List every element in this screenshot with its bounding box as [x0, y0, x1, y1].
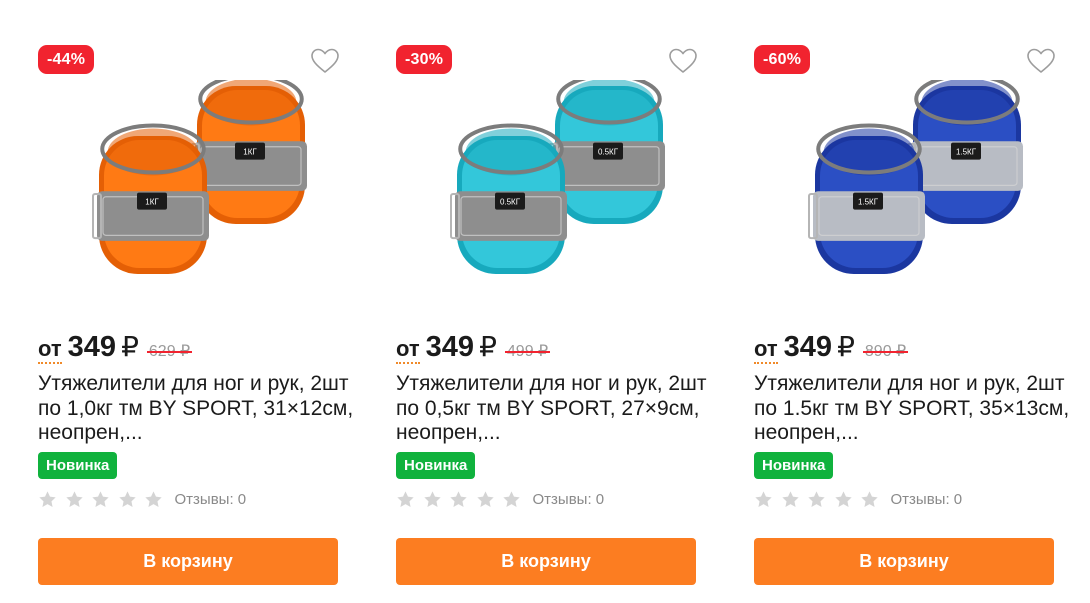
ankle-weights-illustration: 1.5КГ 1.5КГ [808, 80, 1023, 274]
product-title[interactable]: Утяжелители для ног и рук, 2шт по 1.5кг … [754, 372, 1084, 446]
star-icon [423, 490, 442, 509]
current-price: 349 [783, 331, 833, 363]
reviews-link[interactable]: Отзывы: 0 [891, 491, 963, 508]
currency-symbol: ₽ [121, 331, 139, 362]
rating: Отзывы: 0 [38, 488, 246, 510]
star-icon [396, 490, 415, 509]
reviews-link[interactable]: Отзывы: 0 [175, 491, 247, 508]
heart-icon[interactable] [310, 47, 340, 75]
add-to-cart-button[interactable]: В корзину [38, 538, 338, 585]
star-icon [91, 490, 110, 509]
svg-text:0.5КГ: 0.5КГ [500, 198, 521, 207]
star-icon [449, 490, 468, 509]
star-icon [860, 490, 879, 509]
star-icon [781, 490, 800, 509]
currency-symbol: ₽ [837, 331, 855, 362]
star-icon [144, 490, 163, 509]
ankle-weights-illustration: 1КГ 1КГ [92, 80, 307, 274]
reviews-link[interactable]: Отзывы: 0 [533, 491, 605, 508]
discount-badge: -30% [396, 45, 453, 74]
old-price: 499 ₽ [504, 343, 551, 360]
star-icon [65, 490, 84, 509]
star-icon [754, 490, 773, 509]
svg-text:1.5КГ: 1.5КГ [858, 198, 879, 207]
svg-text:1.5КГ: 1.5КГ [956, 148, 977, 157]
new-badge: Новинка [396, 452, 476, 479]
heart-icon[interactable] [1026, 47, 1056, 75]
current-price: 349 [425, 331, 475, 363]
currency-symbol: ₽ [479, 331, 497, 362]
price-row: от 349 ₽ 499 ₽ [396, 330, 551, 370]
product-card[interactable]: -30% 0.5КГ 0.5КГ от 349 ₽ 499 ₽ Утяжелит… [394, 0, 734, 603]
product-image[interactable]: 1.5КГ 1.5КГ [777, 80, 1057, 290]
old-price: 890 ₽ [862, 343, 909, 360]
star-icon [118, 490, 137, 509]
product-title[interactable]: Утяжелители для ног и рук, 2шт по 0,5кг … [396, 372, 726, 446]
new-badge: Новинка [38, 452, 118, 479]
product-image[interactable]: 0.5КГ 0.5КГ [419, 80, 699, 290]
product-grid: -44% 1КГ 1КГ от 349 ₽ 629 ₽ Утяжелители … [0, 0, 1090, 603]
price-prefix[interactable]: от [38, 337, 62, 364]
price-row: от 349 ₽ 629 ₽ [38, 330, 193, 370]
svg-text:1КГ: 1КГ [243, 148, 257, 157]
star-icon [476, 490, 495, 509]
ankle-weights-illustration: 0.5КГ 0.5КГ [450, 80, 665, 274]
discount-badge: -60% [754, 45, 811, 74]
new-badge: Новинка [754, 452, 834, 479]
star-icon [834, 490, 853, 509]
add-to-cart-button[interactable]: В корзину [754, 538, 1054, 585]
svg-text:1КГ: 1КГ [145, 198, 159, 207]
price-row: от 349 ₽ 890 ₽ [754, 330, 909, 370]
discount-badge: -44% [38, 45, 95, 74]
star-icon [807, 490, 826, 509]
rating: Отзывы: 0 [396, 488, 604, 510]
star-icon [38, 490, 57, 509]
svg-text:0.5КГ: 0.5КГ [598, 148, 619, 157]
product-image[interactable]: 1КГ 1КГ [61, 80, 341, 290]
product-card[interactable]: -44% 1КГ 1КГ от 349 ₽ 629 ₽ Утяжелители … [36, 0, 376, 603]
star-icon [502, 490, 521, 509]
rating: Отзывы: 0 [754, 488, 962, 510]
price-prefix[interactable]: от [396, 337, 420, 364]
heart-icon[interactable] [668, 47, 698, 75]
old-price: 629 ₽ [146, 343, 193, 360]
add-to-cart-button[interactable]: В корзину [396, 538, 696, 585]
product-card[interactable]: -60% 1.5КГ 1.5КГ от 349 ₽ 890 ₽ Утяжелит… [752, 0, 1090, 603]
current-price: 349 [67, 331, 117, 363]
price-prefix[interactable]: от [754, 337, 778, 364]
product-title[interactable]: Утяжелители для ног и рук, 2шт по 1,0кг … [38, 372, 368, 446]
